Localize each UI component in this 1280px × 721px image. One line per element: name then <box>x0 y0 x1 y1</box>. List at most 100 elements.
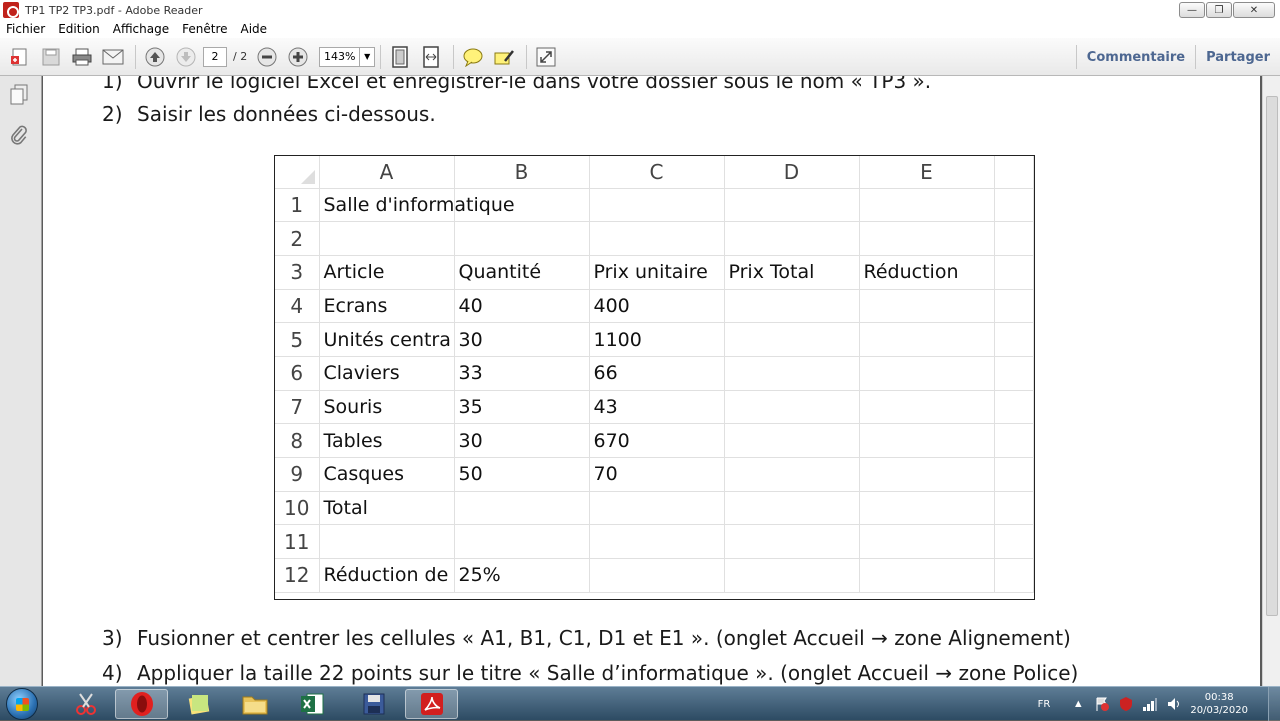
menu-affichage[interactable]: Affichage <box>113 22 169 36</box>
close-button[interactable]: ✕ <box>1233 2 1275 18</box>
cell-a9: Casques <box>319 457 455 492</box>
sticky-notes-icon <box>188 695 209 715</box>
toolbar-separator <box>453 44 455 69</box>
row-number: 5 <box>275 322 320 357</box>
cell-a10: Total <box>319 491 455 526</box>
step-number: 1) <box>102 76 123 93</box>
cell-extra <box>994 255 1034 290</box>
column-header: B <box>454 156 590 189</box>
maximize-button[interactable]: ❐ <box>1206 2 1232 18</box>
clock[interactable]: 00:38 20/03/2020 <box>1190 691 1248 717</box>
step-4: 4) Appliquer la taille 22 points sur le t… <box>102 661 1078 685</box>
column-header: A <box>319 156 455 189</box>
row-number: 11 <box>275 524 320 560</box>
row-number: 3 <box>275 255 320 290</box>
zoom-dropdown-button[interactable]: ▼ <box>359 46 376 67</box>
taskbar-app[interactable] <box>347 689 400 719</box>
volume-icon[interactable] <box>1166 696 1182 712</box>
sticky-note-button[interactable] <box>459 43 487 71</box>
show-hidden-icons-button[interactable]: ▲ <box>1070 696 1086 712</box>
sheet-row: 12 Réduction de 25% <box>275 558 1034 593</box>
cell-c8: 670 <box>589 423 725 458</box>
full-screen-button[interactable] <box>532 43 560 71</box>
taskbar-snipping-tool[interactable] <box>59 689 112 719</box>
page-number-input[interactable]: 2 <box>203 46 227 67</box>
column-header: C <box>589 156 725 189</box>
create-pdf-button[interactable] <box>6 43 34 71</box>
cell-b11 <box>454 524 590 560</box>
taskbar-explorer[interactable] <box>228 689 281 719</box>
cell-c7: 43 <box>589 390 725 425</box>
cell-b5: 30 <box>454 322 590 357</box>
cell-a4: Ecrans <box>319 289 455 324</box>
comment-bubble-icon <box>463 48 483 67</box>
print-button[interactable] <box>68 43 96 71</box>
security-icon[interactable] <box>1118 696 1134 712</box>
language-indicator[interactable]: FR <box>1038 699 1051 710</box>
scissors-icon <box>75 693 96 715</box>
step-2: 2) Saisir les données ci-dessous. <box>102 102 436 126</box>
step-text: Saisir les données ci-dessous. <box>137 102 436 126</box>
taskbar-excel[interactable] <box>285 689 338 719</box>
row-number: 9 <box>275 457 320 492</box>
taskbar-notes[interactable] <box>172 689 225 719</box>
fit-width-icon <box>423 45 439 68</box>
cell-d10 <box>724 491 860 526</box>
taskbar-adobe-reader[interactable] <box>405 689 458 719</box>
minimize-button[interactable]: — <box>1179 2 1205 18</box>
select-all-corner <box>275 156 320 189</box>
menu-aide[interactable]: Aide <box>241 22 268 36</box>
row-number: 12 <box>275 558 320 593</box>
flag-icon <box>1096 697 1110 711</box>
row-number: 7 <box>275 390 320 425</box>
zoom-select[interactable]: 143% <box>319 46 360 67</box>
zoom-in-button[interactable] <box>284 43 312 71</box>
arrow-down-icon <box>176 47 196 66</box>
cell-b2 <box>454 221 590 256</box>
show-desktop-button[interactable] <box>1268 687 1280 721</box>
attachments-button[interactable] <box>9 124 29 146</box>
next-page-button[interactable] <box>172 43 200 71</box>
zoom-out-button[interactable] <box>253 43 281 71</box>
cell-extra <box>994 390 1034 425</box>
step-number: 2) <box>102 102 123 126</box>
cell-b10 <box>454 491 590 526</box>
window-title: TP1 TP2 TP3.pdf - Adobe Reader <box>25 3 203 17</box>
fit-page-button[interactable] <box>386 43 414 71</box>
vertical-scrollbar[interactable] <box>1262 76 1280 686</box>
cell-b9: 50 <box>454 457 590 492</box>
sheet-row: 10 Total <box>275 491 1034 526</box>
cell-e8 <box>859 423 995 458</box>
share-panel-button[interactable]: Partager <box>1196 50 1280 65</box>
row-number: 2 <box>275 221 320 256</box>
system-tray: FR ▲ 00:38 20/03/2020 <box>1038 687 1280 721</box>
toolbar-separator <box>380 44 382 69</box>
start-button[interactable] <box>6 688 38 720</box>
previous-page-button[interactable] <box>141 43 169 71</box>
menu-edition[interactable]: Edition <box>58 22 100 36</box>
cell-d7 <box>724 390 860 425</box>
menu-fenetre[interactable]: Fenêtre <box>182 22 227 36</box>
taskbar-opera[interactable] <box>115 689 168 719</box>
menu-fichier[interactable]: Fichier <box>6 22 45 36</box>
cell-c11 <box>589 524 725 560</box>
email-button[interactable] <box>99 43 127 71</box>
scrollbar-thumb[interactable] <box>1266 96 1278 616</box>
comment-panel-button[interactable]: Commentaire <box>1077 50 1195 65</box>
page-thumbnails-button[interactable] <box>9 84 29 106</box>
document-viewport: 1) Ouvrir le logiciel Excel et enregistre… <box>43 76 1262 686</box>
highlighter-icon <box>494 49 515 64</box>
save-button[interactable] <box>37 43 65 71</box>
fit-width-button[interactable] <box>417 43 445 71</box>
cell-extra <box>994 356 1034 391</box>
spreadsheet-body: A B C D E 1 Salle d'informatique 2 3 Article… <box>275 156 1034 593</box>
action-center-icon[interactable] <box>1094 696 1110 712</box>
highlight-button[interactable] <box>490 43 518 71</box>
cell-extra <box>994 221 1034 256</box>
network-icon[interactable] <box>1142 696 1158 712</box>
cell-e2 <box>859 221 995 256</box>
sheet-row: 4 Ecrans 40 400 <box>275 289 1034 324</box>
step-1: 1) Ouvrir le logiciel Excel et enregistre… <box>102 76 931 93</box>
cell-e10 <box>859 491 995 526</box>
sheet-row: 11 <box>275 524 1034 560</box>
